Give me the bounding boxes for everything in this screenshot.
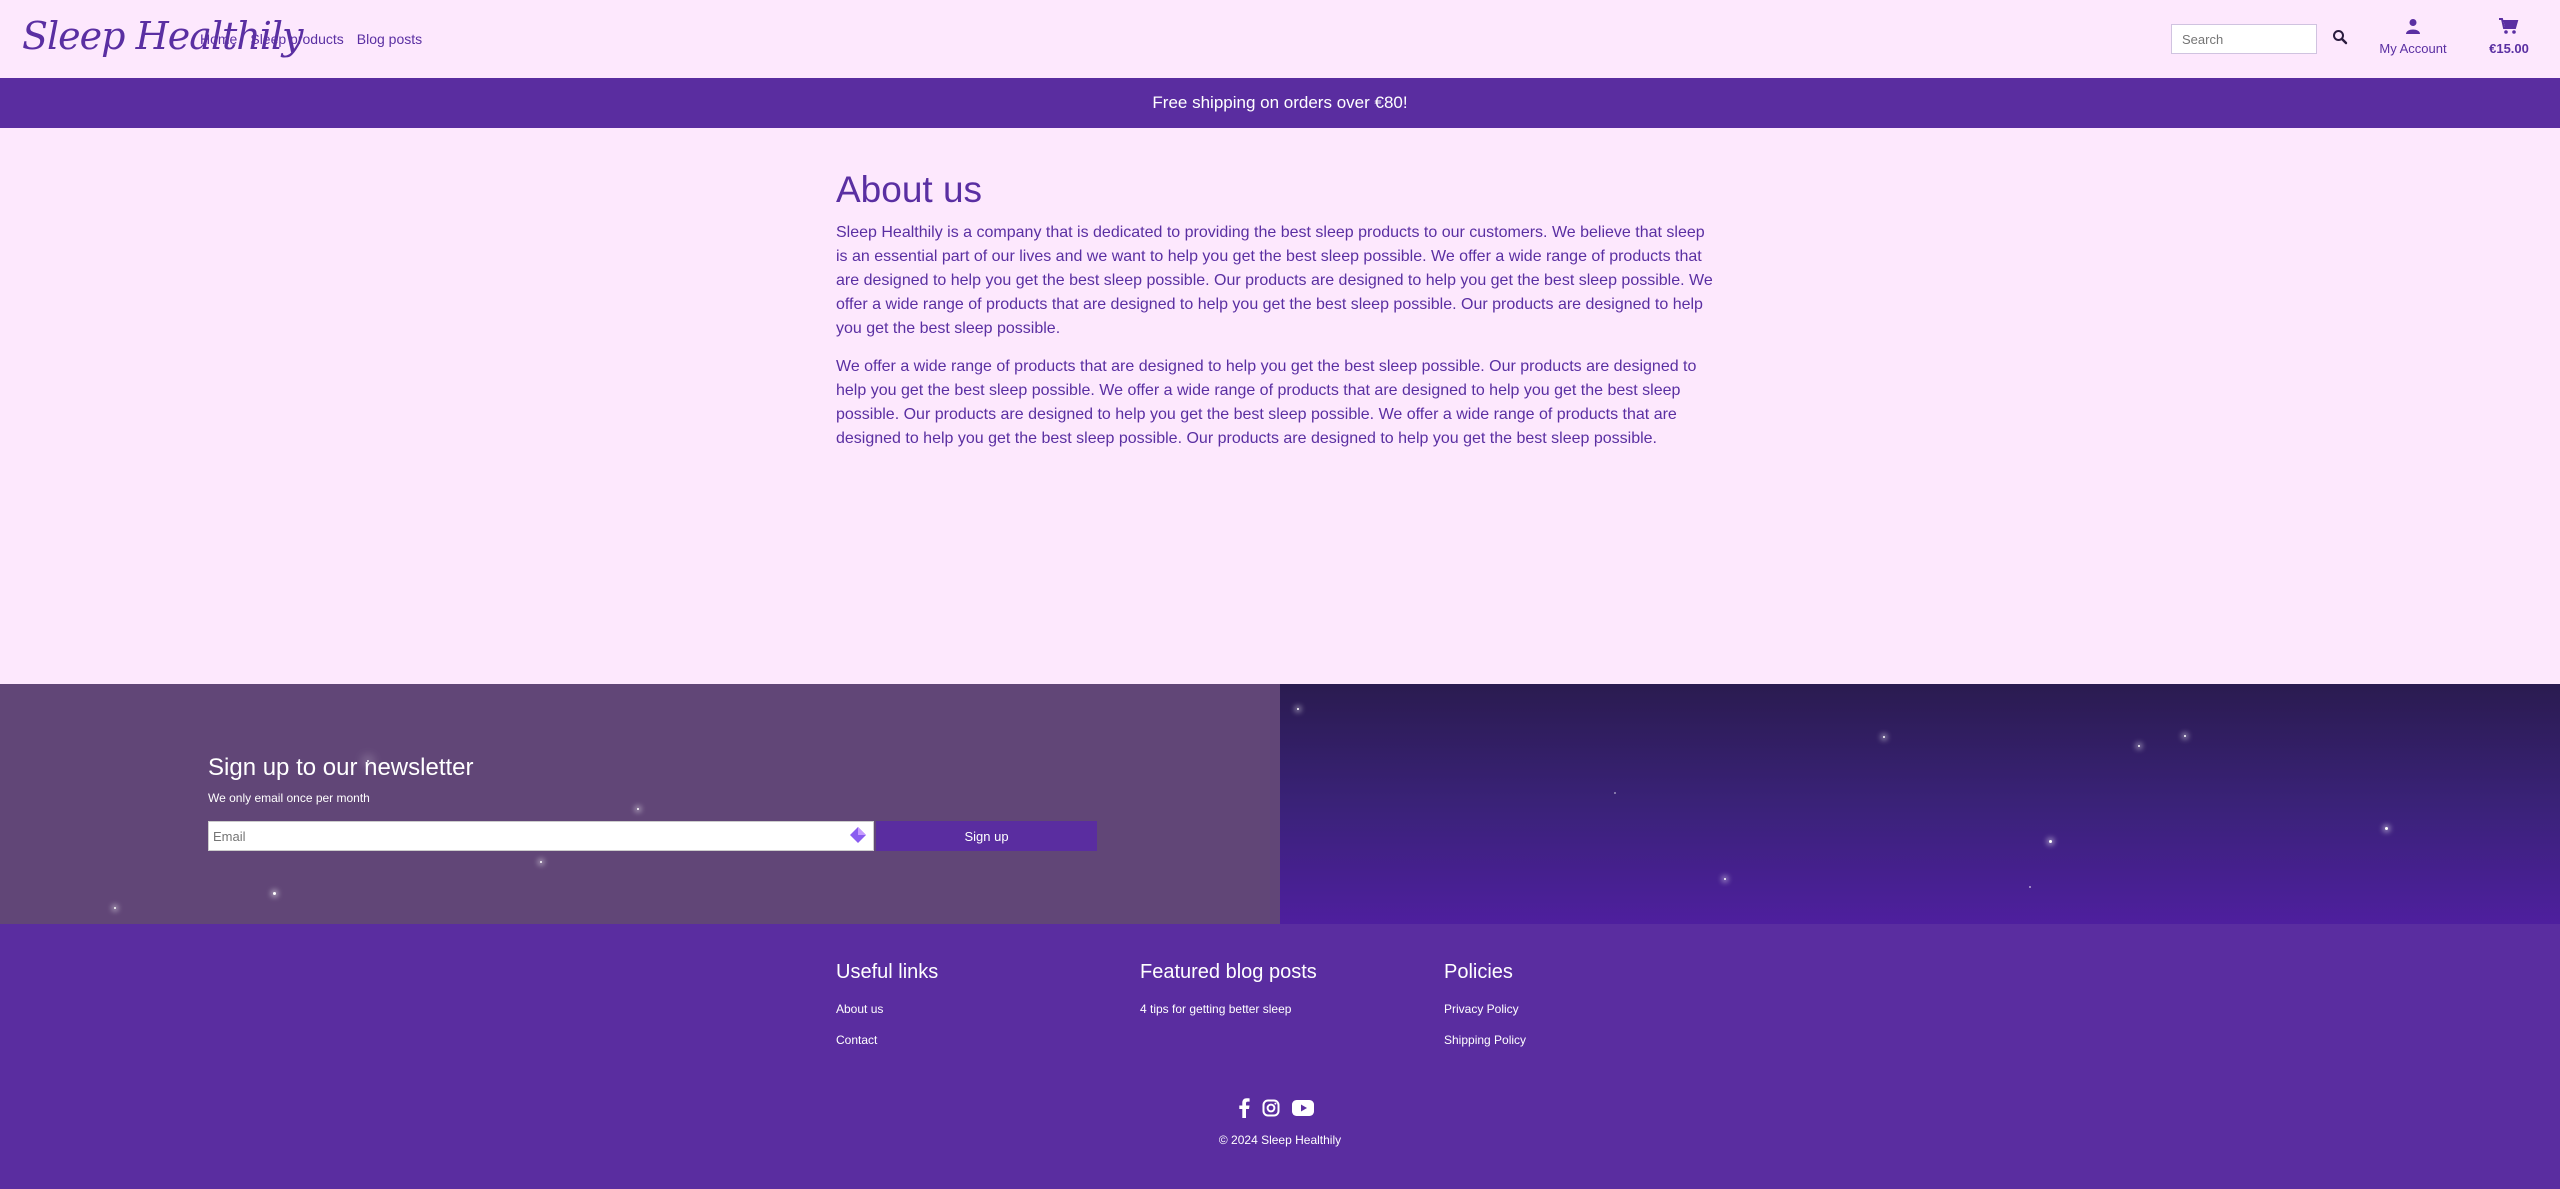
star-decoration bbox=[2184, 735, 2186, 737]
footer-link-shipping[interactable]: Shipping Policy bbox=[1444, 1033, 1526, 1047]
star-decoration bbox=[2049, 840, 2052, 843]
social-links bbox=[1238, 1098, 1314, 1118]
search-icon bbox=[2333, 30, 2348, 45]
star-decoration bbox=[1883, 736, 1885, 738]
search-button[interactable] bbox=[2332, 29, 2352, 49]
star-decoration bbox=[1297, 708, 1299, 710]
star-decoration bbox=[273, 892, 276, 895]
cart-link[interactable]: €15.00 bbox=[2478, 18, 2540, 56]
footer-column-title: Useful links bbox=[836, 961, 939, 983]
search-input[interactable] bbox=[2171, 24, 2317, 54]
footer-link-blog-post[interactable]: 4 tips for getting better sleep bbox=[1140, 1002, 1317, 1016]
signup-button[interactable]: Sign up bbox=[876, 821, 1097, 851]
my-account-label: My Account bbox=[2379, 41, 2447, 56]
nav-home[interactable]: Home bbox=[200, 31, 237, 47]
star-decoration bbox=[1614, 792, 1616, 794]
page-title: About us bbox=[836, 169, 983, 210]
footer-policies: Policies Privacy Policy Shipping Policy bbox=[1444, 961, 1526, 1064]
promo-banner: Free shipping on orders over €80! bbox=[0, 78, 2560, 128]
newsletter-title: Sign up to our newsletter bbox=[208, 754, 474, 781]
nav-sleep-products[interactable]: Sleep products bbox=[250, 31, 343, 47]
autofill-icon bbox=[850, 827, 866, 843]
youtube-icon[interactable] bbox=[1292, 1100, 1314, 1116]
my-account-link[interactable]: My Account bbox=[2375, 18, 2451, 56]
instagram-icon[interactable] bbox=[1262, 1099, 1280, 1117]
facebook-icon[interactable] bbox=[1238, 1098, 1250, 1118]
site-footer: Useful links About us Contact Featured b… bbox=[0, 924, 2560, 1189]
newsletter-subtitle: We only email once per month bbox=[208, 791, 370, 805]
main-nav: Home Sleep products Blog posts bbox=[200, 31, 422, 47]
about-paragraph-1: Sleep Healthily is a company that is ded… bbox=[836, 223, 1713, 337]
cart-total: €15.00 bbox=[2489, 41, 2529, 56]
site-header: Sleep Healthily Home Sleep products Blog… bbox=[0, 0, 2560, 78]
cart-icon bbox=[2499, 18, 2519, 34]
email-field[interactable] bbox=[208, 821, 874, 851]
footer-link-privacy[interactable]: Privacy Policy bbox=[1444, 1002, 1526, 1016]
about-paragraph-2: We offer a wide range of products that a… bbox=[836, 357, 1697, 447]
copyright-text: © 2024 Sleep Healthily bbox=[1218, 1133, 1342, 1147]
star-decoration bbox=[114, 907, 116, 909]
star-decoration bbox=[2138, 745, 2140, 747]
user-icon bbox=[2406, 19, 2420, 34]
footer-blog-posts: Featured blog posts 4 tips for getting b… bbox=[1140, 961, 1317, 1033]
star-decoration bbox=[2385, 827, 2388, 830]
footer-column-title: Featured blog posts bbox=[1140, 961, 1317, 983]
footer-link-about[interactable]: About us bbox=[836, 1002, 938, 1016]
star-decoration bbox=[2029, 886, 2031, 888]
newsletter-section bbox=[0, 684, 1280, 924]
nav-blog-posts[interactable]: Blog posts bbox=[357, 31, 422, 47]
newsletter-night-sky bbox=[1280, 684, 2560, 924]
star-decoration bbox=[540, 861, 542, 863]
footer-useful-links: Useful links About us Contact bbox=[836, 961, 938, 1064]
footer-link-contact[interactable]: Contact bbox=[836, 1033, 938, 1047]
star-decoration bbox=[637, 808, 639, 810]
footer-column-title: Policies bbox=[1444, 961, 1513, 983]
star-decoration bbox=[1724, 878, 1726, 880]
about-content: About us Sleep Healthily is a company th… bbox=[836, 169, 1720, 465]
